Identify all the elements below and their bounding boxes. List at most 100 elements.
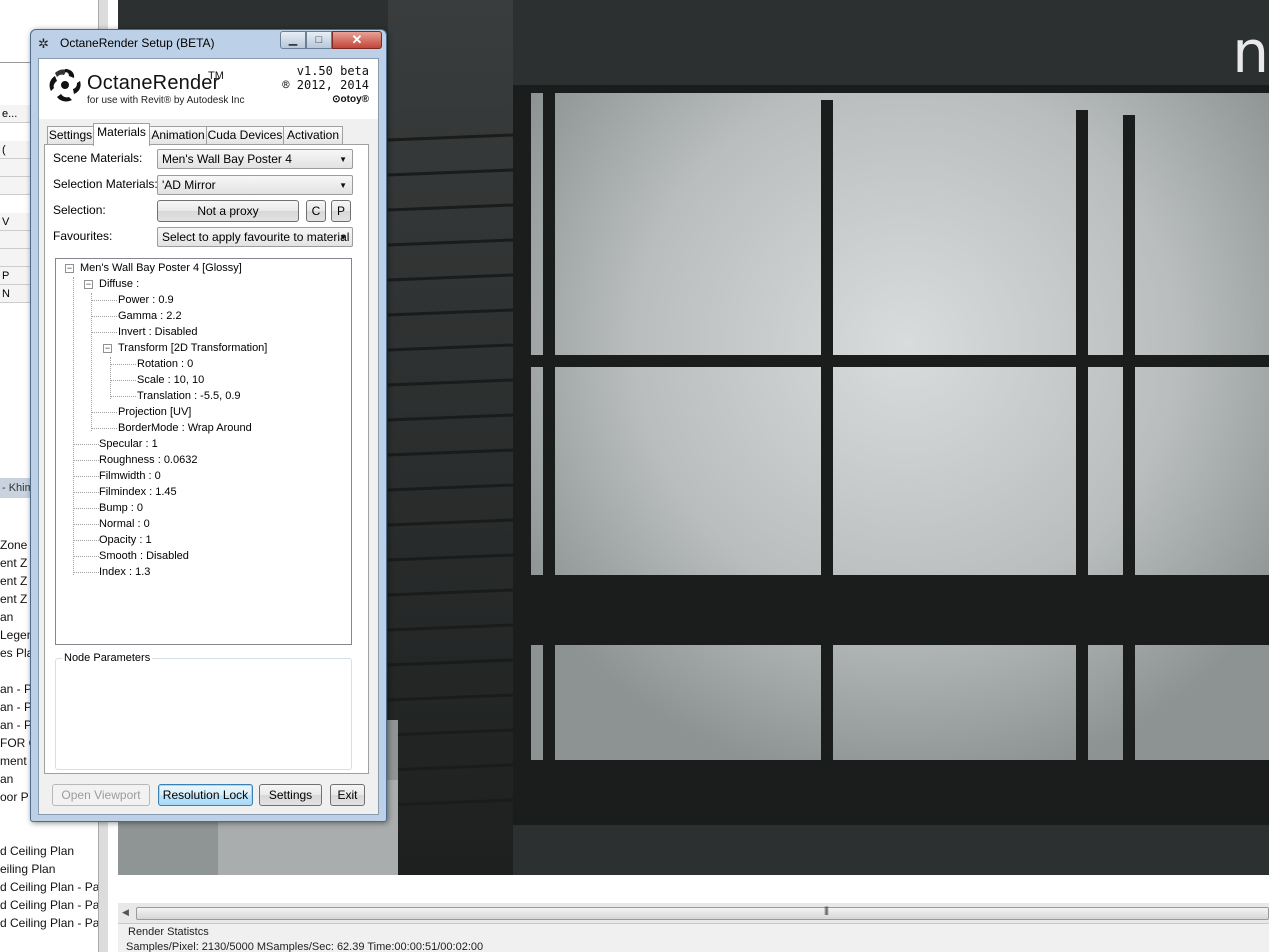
- browser-list-item[interactable]: d Ceiling Plan - Par: [0, 914, 108, 932]
- browser-list-item[interactable]: d Ceiling Plan - Par: [0, 896, 108, 914]
- tree-connector: [110, 364, 136, 365]
- octane-setup-dialog: ✲ OctaneRender Setup (BETA) ▁ □ ✕ Octane…: [30, 29, 387, 822]
- tree-connector: [73, 277, 74, 575]
- c-button[interactable]: C: [306, 200, 326, 222]
- scroll-left-icon[interactable]: ◀: [122, 907, 129, 918]
- tree-node-rotation[interactable]: Rotation : 0: [137, 357, 193, 371]
- tree-connector: [73, 572, 99, 573]
- tree-node-filmwidth[interactable]: Filmwidth : 0: [99, 469, 161, 483]
- collapse-icon[interactable]: −: [84, 280, 93, 289]
- tree-node-projection[interactable]: Projection [UV]: [118, 405, 191, 419]
- material-node-tree[interactable]: − − − Men's Wall Bay Poster 4 [Glossy] D…: [55, 258, 352, 645]
- tree-connector: [73, 556, 99, 557]
- tree-node-gamma[interactable]: Gamma : 2.2: [118, 309, 182, 323]
- tree-node-invert[interactable]: Invert : Disabled: [118, 325, 197, 339]
- property-row[interactable]: [0, 159, 34, 177]
- property-row[interactable]: (: [0, 141, 34, 159]
- tree-node-root[interactable]: Men's Wall Bay Poster 4 [Glossy]: [80, 261, 242, 275]
- octane-logo-icon: [49, 69, 81, 102]
- p-button[interactable]: P: [331, 200, 351, 222]
- tree-connector: [73, 476, 99, 477]
- selection-materials-label: Selection Materials:: [53, 177, 158, 191]
- open-viewport-button[interactable]: Open Viewport: [52, 784, 150, 806]
- tree-node-transform[interactable]: Transform [2D Transformation]: [118, 341, 267, 355]
- selection-materials-dropdown[interactable]: 'AD Mirror ▼: [157, 175, 353, 195]
- selection-label: Selection:: [53, 203, 106, 217]
- tree-connector: [73, 492, 99, 493]
- tree-connector: [73, 540, 99, 541]
- tree-connector: [73, 444, 99, 445]
- collapse-icon[interactable]: −: [65, 264, 74, 273]
- brand-header: OctaneRender TM for use with Revit® by A…: [39, 59, 378, 119]
- tree-connector: [91, 300, 117, 301]
- scrollbar-grip-icon: |||: [824, 905, 829, 915]
- tree-connector: [73, 508, 99, 509]
- browser-list-item[interactable]: eiling Plan: [0, 860, 108, 878]
- tree-connector: [73, 524, 99, 525]
- render-logo-text: n: [1232, 18, 1269, 86]
- node-parameters-label: Node Parameters: [62, 652, 153, 664]
- tree-connector: [91, 428, 117, 429]
- chevron-down-icon: ▼: [339, 155, 347, 164]
- materials-panel: Scene Materials: Men's Wall Bay Poster 4…: [44, 144, 369, 774]
- maximize-button[interactable]: □: [306, 31, 332, 49]
- browser-header: - Khim: [0, 478, 34, 498]
- property-row[interactable]: [0, 249, 34, 267]
- resolution-lock-button[interactable]: Resolution Lock: [158, 784, 253, 806]
- settings-button[interactable]: Settings: [259, 784, 322, 806]
- tree-node-specular[interactable]: Specular : 1: [99, 437, 158, 451]
- dialog-titlebar[interactable]: ✲ OctaneRender Setup (BETA) ▁ □ ✕: [31, 30, 386, 55]
- property-row[interactable]: V: [0, 213, 34, 231]
- scene-materials-dropdown[interactable]: Men's Wall Bay Poster 4 ▼: [157, 149, 353, 169]
- tab-settings[interactable]: Settings: [47, 126, 94, 145]
- brand-subtitle: for use with Revit® by Autodesk Inc: [87, 95, 245, 106]
- tree-node-diffuse[interactable]: Diffuse :: [99, 277, 139, 291]
- tree-node-opacity[interactable]: Opacity : 1: [99, 533, 152, 547]
- tab-materials[interactable]: Materials: [93, 123, 150, 146]
- tree-node-scale[interactable]: Scale : 10, 10: [137, 373, 204, 387]
- scrollbar-thumb[interactable]: [136, 907, 1269, 920]
- close-button[interactable]: ✕: [332, 31, 382, 49]
- tree-node-normal[interactable]: Normal : 0: [99, 517, 150, 531]
- copyright-text: ® 2012, 2014: [282, 78, 369, 92]
- octane-icon: ✲: [38, 36, 49, 51]
- brand-trademark: TM: [208, 70, 224, 82]
- tab-activation[interactable]: Activation: [283, 126, 343, 145]
- exit-button[interactable]: Exit: [330, 784, 365, 806]
- browser-list-item[interactable]: d Ceiling Plan - Par: [0, 878, 108, 896]
- tree-node-smooth[interactable]: Smooth : Disabled: [99, 549, 189, 563]
- tree-node-bordermode[interactable]: BorderMode : Wrap Around: [118, 421, 252, 435]
- tree-node-filmindex[interactable]: Filmindex : 1.45: [99, 485, 177, 499]
- favourites-dropdown[interactable]: Select to apply favourite to material ▼: [157, 227, 353, 247]
- browser-list-item[interactable]: d Ceiling Plan: [0, 842, 108, 860]
- chevron-down-icon: ▼: [339, 233, 347, 242]
- render-statistics-bar: Render Statistcs Samples/Pixel: 2130/500…: [118, 923, 1269, 952]
- collapse-icon[interactable]: −: [103, 344, 112, 353]
- tree-connector: [91, 332, 117, 333]
- dialog-title: OctaneRender Setup (BETA): [60, 36, 215, 50]
- property-row[interactable]: P: [0, 267, 34, 285]
- proxy-button[interactable]: Not a proxy: [157, 200, 299, 222]
- brand-name: OctaneRender: [87, 72, 220, 94]
- chevron-down-icon: ▼: [339, 181, 347, 190]
- tree-connector: [110, 380, 136, 381]
- tab-cuda-devices[interactable]: Cuda Devices: [206, 126, 284, 145]
- scene-materials-label: Scene Materials:: [53, 151, 143, 165]
- tree-node-roughness[interactable]: Roughness : 0.0632: [99, 453, 197, 467]
- tree-node-bump[interactable]: Bump : 0: [99, 501, 143, 515]
- property-row[interactable]: e...: [0, 105, 34, 123]
- tab-strip: Settings Materials Animation Cuda Device…: [47, 123, 377, 146]
- render-horizontal-scrollbar[interactable]: ◀ |||: [118, 903, 1269, 923]
- tab-animation[interactable]: Animation: [149, 126, 207, 145]
- tree-node-index[interactable]: Index : 1.3: [99, 565, 150, 579]
- favourites-label: Favourites:: [53, 229, 113, 243]
- otoy-logo: ⊙otoy®: [332, 94, 369, 105]
- property-row[interactable]: N: [0, 285, 34, 303]
- tree-connector: [110, 396, 136, 397]
- property-row[interactable]: [0, 231, 34, 249]
- tree-node-translation[interactable]: Translation : -5.5, 0.9: [137, 389, 241, 403]
- minimize-button[interactable]: ▁: [280, 31, 306, 49]
- tree-connector: [91, 412, 117, 413]
- property-row[interactable]: [0, 177, 34, 195]
- tree-node-power[interactable]: Power : 0.9: [118, 293, 174, 307]
